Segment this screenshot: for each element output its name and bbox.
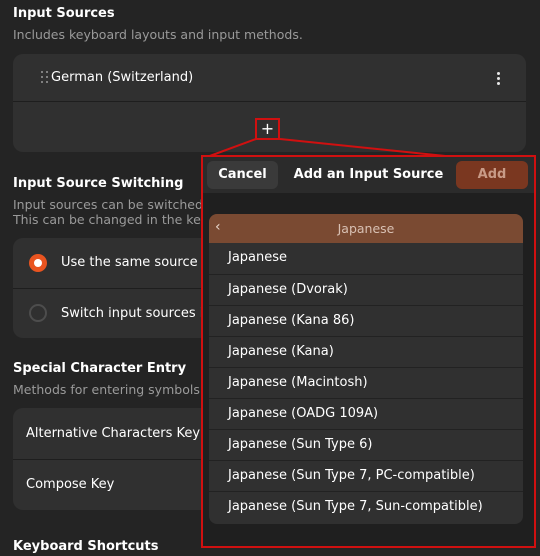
list-item[interactable]: Japanese (Kana)	[209, 336, 523, 367]
list-item-label: Japanese (Sun Type 6)	[228, 437, 373, 452]
list-item-label: Japanese (Kana 86)	[228, 313, 355, 328]
dialog-title: Add an Input Source	[293, 167, 444, 182]
list-item-label: Japanese	[228, 250, 288, 265]
list-item[interactable]: Japanese (Dvorak)	[209, 274, 523, 305]
language-header-label: Japanese	[337, 221, 395, 236]
dialog-header: Cancel Add an Input Source Add	[203, 157, 534, 193]
list-item-label: Japanese (Kana)	[228, 344, 334, 359]
keyboard-settings-page: Input Sources Includes keyboard layouts …	[0, 0, 540, 556]
chevron-left-icon[interactable]: ‹	[215, 214, 221, 241]
list-item-label: Japanese (Dvorak)	[228, 282, 348, 297]
add-input-source-dialog: Cancel Add an Input Source Add ‹ Japanes…	[203, 157, 534, 546]
list-item[interactable]: Japanese (Kana 86)	[209, 305, 523, 336]
language-back-header[interactable]: ‹ Japanese	[209, 214, 523, 243]
layout-list: ‹ Japanese Japanese Japanese (Dvorak) Ja…	[209, 214, 523, 524]
list-item-label: Japanese (OADG 109A)	[228, 406, 379, 421]
list-item-label: Japanese (Macintosh)	[228, 375, 368, 390]
add-button[interactable]: Add	[456, 161, 528, 189]
list-item[interactable]: Japanese (Sun Type 7, PC-compatible)	[209, 460, 523, 491]
list-item[interactable]: Japanese (OADG 109A)	[209, 398, 523, 429]
list-item-label: Japanese (Sun Type 7, Sun-compatible)	[228, 499, 483, 514]
list-item[interactable]: Japanese (Sun Type 7, Sun-compatible)	[209, 491, 523, 522]
list-item[interactable]: Japanese	[209, 243, 523, 274]
list-item[interactable]: Japanese (Sun Type 6)	[209, 429, 523, 460]
cancel-button[interactable]: Cancel	[207, 161, 278, 189]
list-item[interactable]: Japanese (Macintosh)	[209, 367, 523, 398]
list-item-label: Japanese (Sun Type 7, PC-compatible)	[228, 468, 475, 483]
